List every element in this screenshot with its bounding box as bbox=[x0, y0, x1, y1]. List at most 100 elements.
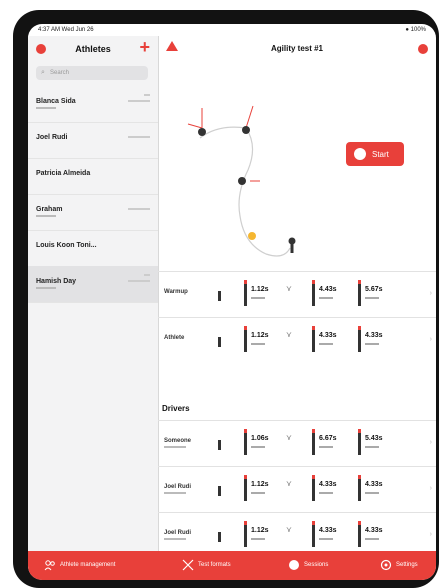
row-name: Someone bbox=[164, 438, 192, 444]
row-subtitle bbox=[164, 492, 186, 494]
stopwatch-icon bbox=[289, 560, 299, 570]
row-name: Athlete bbox=[164, 335, 185, 341]
formats-icon bbox=[182, 559, 194, 571]
split-caption bbox=[251, 538, 265, 540]
athlete-name: Joel Rudi bbox=[36, 134, 68, 141]
timing-gate-icon bbox=[242, 126, 250, 134]
main-panel: Agility test #1 Start Warmup 1.12s ⋎ 4.4… bbox=[158, 36, 436, 568]
athlete-meta bbox=[128, 280, 150, 282]
status-battery: ● 100% bbox=[405, 27, 426, 33]
split-cell: 1.12s bbox=[244, 475, 280, 505]
athlete-list-item[interactable]: Patricia Almeida bbox=[28, 158, 158, 195]
split-value: 4.33s bbox=[365, 481, 383, 488]
row-marker bbox=[218, 486, 221, 496]
result-row[interactable]: Athlete 1.12s ⋎ 4.33s 4.33s › bbox=[158, 317, 436, 364]
split-bar bbox=[312, 429, 315, 455]
split-value: 4.33s bbox=[365, 527, 383, 534]
split-value: 5.67s bbox=[365, 286, 383, 293]
split-caption bbox=[365, 492, 379, 494]
split-cell: 4.33s bbox=[358, 326, 394, 356]
tab-label: Sessions bbox=[304, 562, 329, 568]
people-icon bbox=[44, 560, 55, 571]
split-caption bbox=[365, 343, 379, 345]
athlete-list-item[interactable]: Blanca Sida bbox=[28, 86, 158, 123]
driver-row[interactable]: Joel Rudi 1.12s ⋎ 4.33s 4.33s › bbox=[158, 466, 436, 513]
tab-label: Test formats bbox=[198, 562, 231, 568]
split-caption bbox=[365, 446, 379, 448]
split-value: 6.67s bbox=[319, 435, 337, 442]
status-bar: 4:37 AM Wed Jun 26 ● 100% bbox=[28, 24, 436, 36]
status-time: 4:37 AM Wed Jun 26 bbox=[38, 27, 94, 33]
athlete-subtitle bbox=[36, 215, 56, 217]
split-bar bbox=[312, 280, 315, 306]
athlete-meta bbox=[128, 100, 150, 102]
course-marker-line bbox=[245, 105, 254, 129]
split-cell: 1.12s bbox=[244, 521, 280, 551]
chevron-right-icon: › bbox=[429, 336, 432, 343]
row-name: Warmup bbox=[164, 289, 188, 295]
search-placeholder: Search bbox=[50, 70, 70, 76]
athlete-list-item-selected[interactable]: Hamish Day bbox=[28, 266, 158, 303]
row-subtitle bbox=[164, 538, 186, 540]
chevron-right-icon: › bbox=[429, 439, 432, 446]
result-row[interactable]: Warmup 1.12s ⋎ 4.43s 5.67s › bbox=[158, 271, 436, 318]
split-value: 1.12s bbox=[251, 527, 269, 534]
split-icon: ⋎ bbox=[286, 433, 292, 442]
split-bar bbox=[244, 280, 247, 306]
drivers-section-header: Drivers bbox=[158, 398, 436, 420]
start-button[interactable]: Start bbox=[346, 142, 404, 166]
athlete-subtitle bbox=[36, 107, 56, 109]
split-caption bbox=[319, 297, 333, 299]
row-name: Joel Rudi bbox=[164, 484, 192, 490]
driver-row[interactable]: Someone 1.06s ⋎ 6.67s 5.43s › bbox=[158, 420, 436, 467]
tab-label: Settings bbox=[396, 562, 418, 568]
split-cell: 4.33s bbox=[312, 475, 348, 505]
athlete-subtitle bbox=[36, 287, 56, 289]
split-caption bbox=[319, 446, 333, 448]
start-button-label: Start bbox=[372, 150, 389, 159]
split-bar bbox=[312, 475, 315, 501]
row-marker bbox=[218, 440, 221, 450]
athlete-badge bbox=[144, 94, 150, 96]
stopwatch-icon bbox=[354, 148, 366, 160]
split-cell: 4.33s bbox=[358, 521, 394, 551]
athlete-name: Patricia Almeida bbox=[36, 170, 91, 177]
split-cell: 1.12s bbox=[244, 280, 280, 310]
split-bar bbox=[312, 326, 315, 352]
athlete-name: Graham bbox=[36, 206, 63, 213]
split-bar bbox=[312, 521, 315, 547]
athlete-name: Hamish Day bbox=[36, 278, 77, 285]
row-marker bbox=[218, 291, 221, 301]
athlete-meta bbox=[128, 208, 150, 210]
search-input[interactable]: ⌕ Search bbox=[36, 66, 148, 80]
tab-bar: Athlete management Test formats Sessions… bbox=[28, 551, 436, 580]
add-athlete-button[interactable]: + bbox=[139, 38, 150, 56]
athlete-list-item[interactable]: Joel Rudi bbox=[28, 122, 158, 159]
row-subtitle bbox=[164, 446, 186, 448]
course-diagram bbox=[187, 105, 296, 257]
split-caption bbox=[319, 492, 333, 494]
split-value: 5.43s bbox=[365, 435, 383, 442]
info-icon[interactable] bbox=[418, 44, 428, 54]
split-caption bbox=[365, 297, 379, 299]
main-header: Agility test #1 bbox=[158, 36, 436, 62]
athlete-list-item[interactable]: Graham bbox=[28, 194, 158, 231]
row-marker bbox=[218, 532, 221, 542]
athlete-badge bbox=[144, 274, 150, 276]
split-caption bbox=[251, 446, 265, 448]
split-bar bbox=[358, 326, 361, 352]
athlete-list-item[interactable]: Louis Koon Toni... bbox=[28, 230, 158, 267]
split-cell: 4.33s bbox=[312, 326, 348, 356]
page-title: Agility test #1 bbox=[270, 44, 323, 53]
sidebar: Athletes + ⌕ Search Blanca Sida Joel Rud… bbox=[28, 36, 159, 568]
chevron-right-icon: › bbox=[429, 531, 432, 538]
section-title: Drivers bbox=[162, 404, 190, 413]
split-bar bbox=[358, 429, 361, 455]
chevron-right-icon: › bbox=[429, 290, 432, 297]
split-value: 4.33s bbox=[365, 332, 383, 339]
split-bar bbox=[244, 429, 247, 455]
split-caption bbox=[365, 538, 379, 540]
split-cell: 1.06s bbox=[244, 429, 280, 459]
split-cell: 4.33s bbox=[358, 475, 394, 505]
split-bar bbox=[358, 475, 361, 501]
